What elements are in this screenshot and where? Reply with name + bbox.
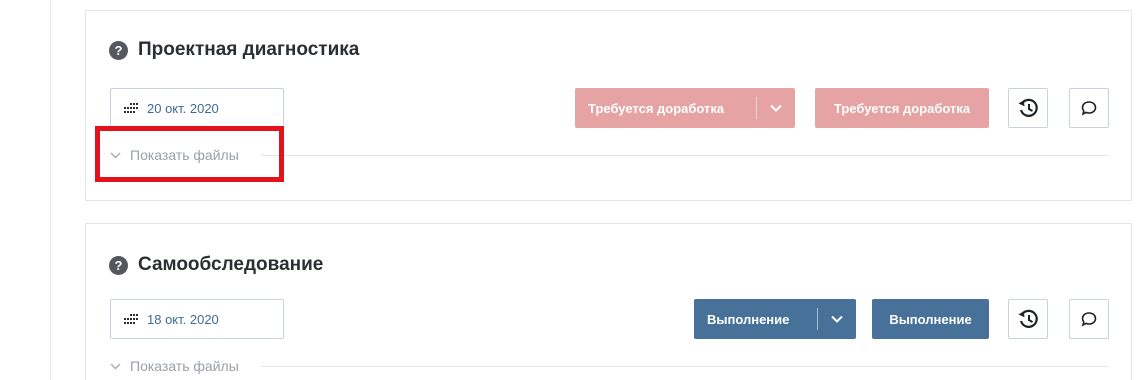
history-button[interactable] [1008, 88, 1048, 128]
page: ? Проектная диагностика 20 окт. 2020 Тре… [0, 0, 1136, 380]
date-button[interactable]: 18 окт. 2020 [110, 299, 284, 339]
section-title: Проектная диагностика [138, 39, 360, 60]
chevron-down-icon [831, 315, 843, 323]
date-value: 20 окт. 2020 [147, 100, 219, 116]
section-title-row: ? Самообследование [109, 254, 323, 276]
left-divider [50, 0, 51, 380]
status-dropdown-toggle[interactable] [757, 88, 795, 128]
section-title-row: ? Проектная диагностика [109, 39, 359, 61]
status-split-label[interactable]: Требуется доработка [575, 88, 756, 128]
status-button[interactable]: Выполнение [872, 299, 989, 339]
show-files-toggle[interactable]: Показать файлы [130, 358, 239, 374]
comment-button[interactable] [1069, 299, 1109, 339]
chevron-down-icon [770, 104, 782, 112]
history-icon [1018, 98, 1038, 117]
files-divider [260, 365, 1109, 367]
show-files-row: Показать файлы [110, 358, 1109, 374]
highlight-box [95, 126, 284, 182]
help-icon[interactable]: ? [109, 255, 128, 275]
date-value: 18 окт. 2020 [147, 311, 219, 327]
files-divider [260, 154, 1109, 156]
section-title: Самообследование [138, 254, 324, 275]
status-split-label[interactable]: Выполнение [694, 299, 817, 339]
status-split-button[interactable]: Требуется доработка [575, 88, 795, 128]
section-card-self-examination: ? Самообследование 18 окт. 2020 Выполнен… [85, 223, 1132, 380]
comment-button[interactable] [1069, 88, 1109, 128]
status-dropdown-toggle[interactable] [818, 299, 856, 339]
comment-icon [1081, 101, 1097, 116]
comment-icon [1081, 312, 1097, 327]
calendar-icon [124, 103, 138, 113]
history-button[interactable] [1008, 299, 1048, 339]
history-icon [1018, 309, 1038, 328]
calendar-icon [124, 314, 138, 324]
status-button[interactable]: Требуется доработка [815, 88, 989, 128]
status-split-button[interactable]: Выполнение [694, 299, 856, 339]
chevron-down-icon [110, 362, 121, 370]
help-icon[interactable]: ? [109, 40, 128, 60]
date-button[interactable]: 20 окт. 2020 [110, 88, 284, 128]
